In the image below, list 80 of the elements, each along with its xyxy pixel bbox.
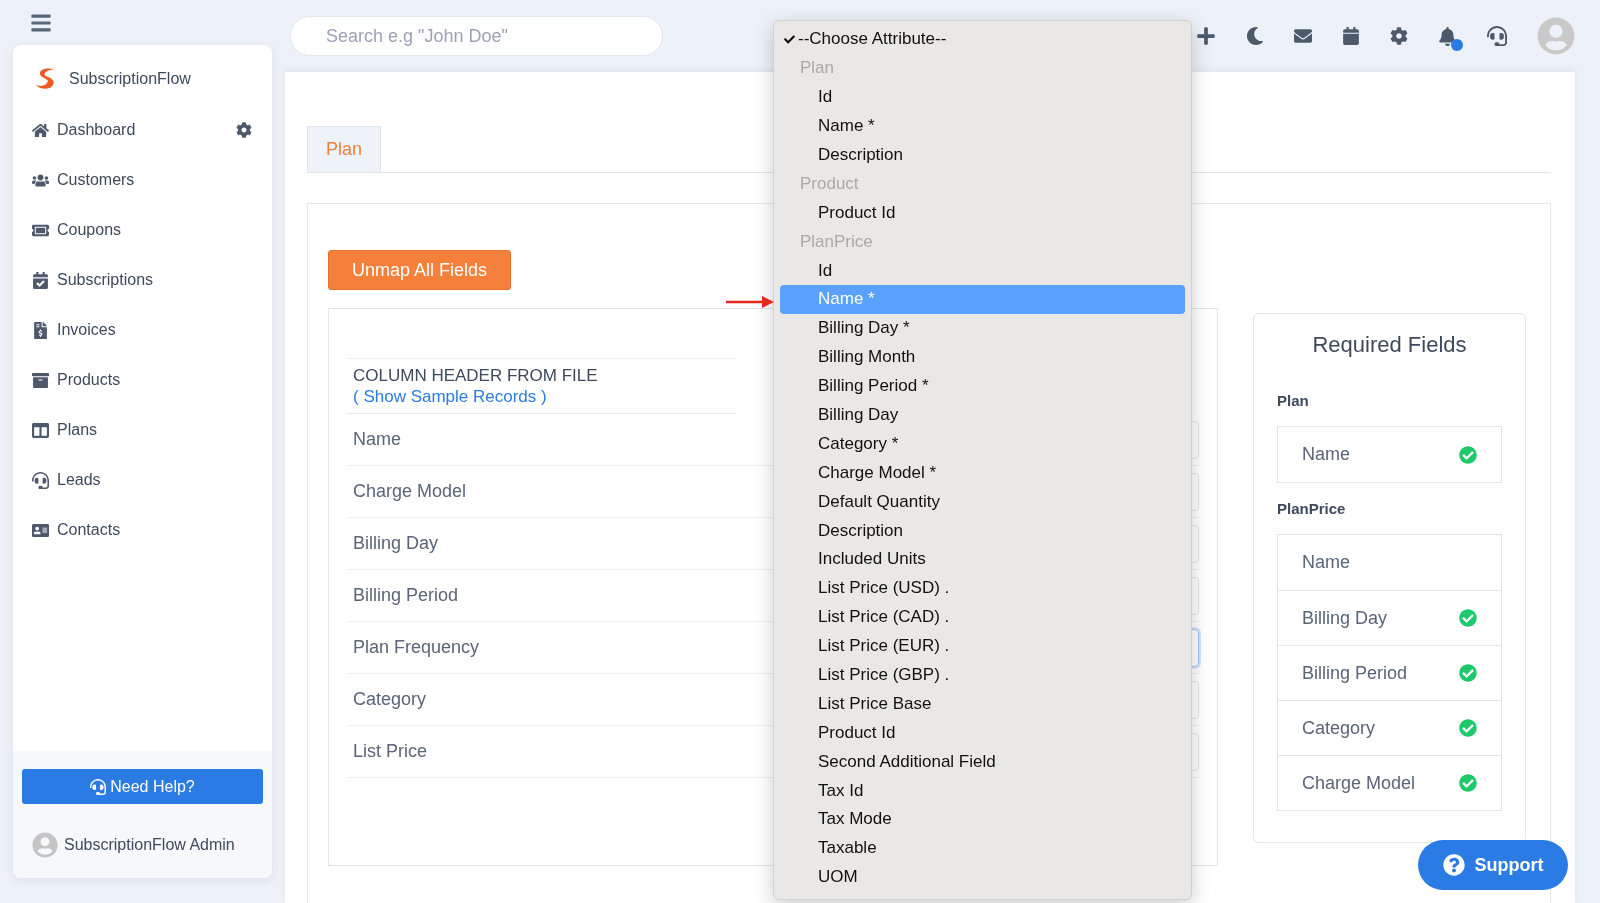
required-field-label: Name <box>1302 444 1351 465</box>
group-label: Plan <box>1277 392 1310 409</box>
required-field-label: Name <box>1302 552 1351 573</box>
dropdown-option[interactable]: List Price (CAD) . <box>780 602 1185 632</box>
required-field-label: Billing Period <box>1302 662 1409 684</box>
dropdown-group-label: Plan <box>799 57 836 80</box>
bell-icon[interactable] <box>1438 26 1457 46</box>
brand-name: SubscriptionFlow <box>69 70 191 88</box>
sidebar-item[interactable]: Products <box>13 355 272 405</box>
dropdown-option[interactable]: Description <box>780 516 1185 546</box>
dropdown-option[interactable]: Taxable <box>780 833 1185 863</box>
dropdown-option[interactable]: Tax Mode <box>780 805 1185 834</box>
dropdown-option[interactable]: Charge Model * <box>780 458 1185 488</box>
calendar-check-icon <box>32 271 49 289</box>
dropdown-option[interactable]: Included Units <box>780 545 1185 574</box>
dropdown-option[interactable]: Id <box>780 82 1185 112</box>
sidebar-item[interactable]: Dashboard <box>13 105 272 155</box>
card-title: Required Fields <box>1311 331 1468 359</box>
columns-icon <box>32 421 49 439</box>
dropdown-option[interactable]: Category * <box>780 429 1185 459</box>
dropdown-option[interactable]: List Price (USD) . <box>780 573 1185 603</box>
help-icon <box>1442 854 1465 876</box>
dropdown-option[interactable]: Description <box>780 140 1185 170</box>
field-label: Plan Frequency <box>353 637 480 658</box>
field-label: Category <box>353 689 427 710</box>
field-label: List Price <box>353 741 428 762</box>
headset-icon <box>32 471 49 489</box>
sidebar-item[interactable]: Coupons <box>13 205 272 255</box>
home-icon <box>32 121 49 139</box>
dropdown-option[interactable]: Id <box>780 256 1185 285</box>
search-field[interactable]: Search e.g "John Doe" <box>290 16 663 56</box>
field-label: Charge Model <box>353 481 467 502</box>
sidebar-item[interactable]: Leads <box>13 455 272 505</box>
plus-icon[interactable] <box>1196 26 1216 46</box>
dropdown-group-label: Product <box>799 172 860 195</box>
sidebar-item[interactable]: Invoices <box>13 305 272 355</box>
column-header: COLUMN HEADER FROM FILE ( Show Sample Records ) <box>347 358 737 414</box>
calendar-icon[interactable] <box>1342 27 1360 45</box>
required-field-label: Category <box>1302 717 1377 739</box>
dropdown-option[interactable]: Tax Id <box>780 776 1185 806</box>
sidebar-item[interactable]: Contacts <box>13 505 272 555</box>
group-label: PlanPrice <box>1277 500 1347 517</box>
field-label: Name <box>353 429 401 450</box>
sidebar-item[interactable]: Customers <box>13 155 272 205</box>
dropdown-option[interactable]: --Choose Attribute-- <box>780 25 1185 54</box>
address-card-icon <box>32 521 49 539</box>
moon-icon[interactable] <box>1246 27 1264 45</box>
support-button[interactable]: Support <box>1418 840 1568 890</box>
invoice-icon <box>32 321 49 339</box>
dropdown-option[interactable]: Billing Day <box>780 400 1185 430</box>
dropdown-option[interactable]: Product Id <box>780 718 1185 748</box>
dropdown-option[interactable]: List Price (GBP) . <box>780 660 1185 690</box>
required-field-label: Billing Day <box>1302 607 1389 629</box>
user-name[interactable]: SubscriptionFlow Admin <box>64 836 235 854</box>
dropdown-option[interactable]: Second Additional Field <box>780 747 1185 777</box>
dropdown-group-label: PlanPrice <box>799 230 874 253</box>
dropdown-option[interactable]: List Price Base <box>780 689 1185 719</box>
dropdown-option[interactable]: Default Quantity <box>780 487 1185 517</box>
required-field-label: Charge Model <box>1302 772 1417 794</box>
dropdown-option[interactable]: Billing Period * <box>780 371 1185 401</box>
dropdown-option[interactable]: Product Id <box>780 198 1185 228</box>
arrow-annotation <box>726 296 774 308</box>
dropdown-option[interactable]: UOM <box>780 862 1185 892</box>
headset-icon[interactable] <box>1487 26 1507 46</box>
show-sample-records-link[interactable]: ( Show Sample Records ) <box>353 387 547 406</box>
dropdown-option[interactable]: Billing Day * <box>780 313 1185 343</box>
settings-icon[interactable] <box>1390 27 1408 45</box>
sidebar-item[interactable]: Subscriptions <box>13 255 272 305</box>
dropdown-option[interactable]: Billing Month <box>780 342 1185 372</box>
avatar-icon <box>32 832 58 858</box>
need-help-button[interactable]: Need Help? <box>22 769 263 804</box>
field-label: Billing Period <box>353 585 459 606</box>
headset-icon <box>90 778 107 795</box>
field-label: Billing Day <box>353 533 439 554</box>
dropdown-option[interactable]: List Price (EUR) . <box>780 631 1185 661</box>
archive-icon <box>32 371 49 389</box>
mail-icon[interactable] <box>1294 27 1312 45</box>
settings-icon[interactable] <box>236 122 252 138</box>
dropdown-option[interactable]: Name * <box>780 111 1185 141</box>
sidebar-item[interactable]: Plans <box>13 405 272 455</box>
